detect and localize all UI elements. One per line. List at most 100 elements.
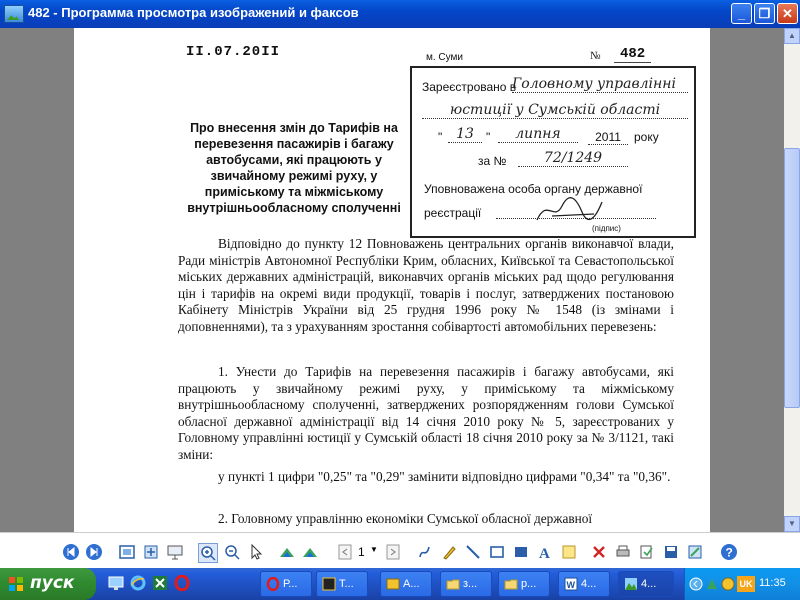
line-tool-icon[interactable]	[464, 543, 482, 561]
paragraph-item-1-change: у пункті 1 цифри "0,25" та "0,29" заміни…	[218, 469, 671, 484]
print-icon[interactable]	[614, 543, 632, 561]
internet-explorer-icon[interactable]	[130, 575, 146, 591]
language-indicator[interactable]: UK	[737, 576, 755, 592]
document-number-label: №	[590, 50, 601, 62]
previous-image-icon[interactable]	[62, 543, 80, 561]
task-label: 4...	[641, 578, 657, 590]
next-image-icon[interactable]	[85, 543, 103, 561]
save-icon[interactable]	[662, 543, 680, 561]
highlighter-icon[interactable]	[440, 543, 458, 561]
stamp-month: липня	[498, 126, 578, 143]
page-number[interactable]: 1	[358, 545, 365, 559]
opera-icon[interactable]	[174, 575, 190, 591]
excel-icon[interactable]	[152, 575, 168, 591]
filled-rectangle-icon[interactable]	[512, 543, 530, 561]
task-label: 4...	[581, 578, 597, 590]
show-desktop-icon[interactable]	[108, 575, 124, 591]
stamp-handwritten-office: Головному управлінні	[512, 76, 688, 93]
image-viewport[interactable]: II.07.20II м. Суми № 482 Зареєстровано в…	[0, 28, 784, 532]
svg-text:?: ?	[726, 546, 733, 560]
task-terminal[interactable]: Т...	[316, 571, 368, 597]
windows-logo-icon	[9, 577, 23, 591]
page-dropdown-icon[interactable]: ▼	[370, 545, 378, 554]
word-icon: W	[564, 577, 578, 591]
stamp-year-suffix: року	[634, 130, 659, 144]
stamp-day-quote-close: "	[486, 130, 491, 144]
paragraph-item-2: 2. Головному управлінню економіки Сумськ…	[218, 511, 593, 526]
stamp-day-quote-open: "	[438, 130, 443, 144]
task-label: Р...	[283, 578, 298, 590]
messenger-icon	[386, 578, 400, 590]
stamp-day: 13	[448, 126, 482, 143]
stamp-handwritten-region: юстиції у Сумській області	[422, 102, 688, 119]
zoom-out-icon[interactable]	[223, 543, 241, 561]
copy-to-icon[interactable]	[638, 543, 656, 561]
stamp-authorized-line2: реєстрації	[424, 206, 482, 220]
first-page-icon[interactable]	[336, 543, 354, 561]
frame-tool-icon[interactable]	[488, 543, 506, 561]
title-bar: 482 - Программа просмотра изображений и …	[0, 0, 800, 28]
vertical-scrollbar[interactable]: ▲ ▼	[784, 28, 800, 532]
antivirus-icon[interactable]	[721, 577, 735, 591]
svg-text:W: W	[567, 580, 576, 590]
handwritten-signature	[536, 197, 603, 221]
document-subject: Про внесення змін до Тарифів на перевезе…	[187, 121, 401, 215]
svg-text:A: A	[539, 546, 550, 561]
scroll-up-arrow-icon[interactable]: ▲	[784, 28, 800, 44]
document-number: 482	[614, 46, 652, 63]
start-label: пуск	[30, 573, 75, 593]
note-tool-icon[interactable]	[560, 543, 578, 561]
actual-size-icon[interactable]	[142, 543, 160, 561]
task-word-document[interactable]: W 4...	[558, 571, 610, 597]
task-label: з...	[463, 578, 478, 590]
document-date: II.07.20II	[186, 44, 281, 60]
viewer-toolbar: 1 ▼ A ?	[0, 532, 800, 569]
system-tray: UK 11:35	[684, 568, 800, 600]
stamp-reg-number: 72/1249	[518, 150, 628, 167]
delete-icon[interactable]	[590, 543, 608, 561]
task-label: р...	[521, 578, 537, 590]
help-icon[interactable]: ?	[720, 543, 738, 561]
stamp-signature-caption: (підпис)	[592, 224, 621, 233]
zoom-in-icon[interactable]	[198, 543, 218, 563]
stamp-year: 2011	[588, 130, 628, 145]
tray-chevron-icon[interactable]	[689, 577, 703, 591]
start-button[interactable]: пуск	[0, 568, 96, 600]
paragraph-item-1: 1. Унести до Тарифів на перевезення паса…	[178, 364, 674, 462]
network-icon[interactable]	[705, 577, 719, 591]
task-label: Т...	[339, 578, 354, 590]
paragraph-preamble: Відповідно до пункту 12 Повноважень цент…	[178, 236, 674, 334]
freehand-pen-icon[interactable]	[416, 543, 434, 561]
stamp-registered-prefix: Зареєстровано в	[422, 80, 517, 94]
task-opera[interactable]: Р...	[260, 571, 312, 597]
scroll-down-arrow-icon[interactable]: ▼	[784, 516, 800, 532]
registration-stamp: Зареєстровано в Головному управлінні юст…	[410, 66, 696, 238]
restore-button[interactable]: ❐	[754, 3, 775, 24]
stamp-reg-prefix: за №	[478, 154, 507, 168]
scroll-thumb[interactable]	[784, 148, 800, 408]
best-fit-icon[interactable]	[118, 543, 136, 561]
slideshow-icon[interactable]	[166, 543, 184, 561]
text-tool-icon[interactable]: A	[536, 543, 554, 561]
clock: 11:35	[759, 577, 786, 589]
rotate-clockwise-icon[interactable]	[278, 543, 296, 561]
task-label: А...	[403, 578, 420, 590]
minimize-button[interactable]: _	[731, 3, 752, 24]
window-title: 482 - Программа просмотра изображений и …	[28, 5, 359, 20]
opera-icon	[266, 577, 280, 591]
folder-icon	[446, 579, 460, 590]
edit-image-icon[interactable]	[686, 543, 704, 561]
pointer-icon[interactable]	[247, 543, 265, 561]
taskbar: пуск Р... Т... А... з... р... W 4... 4..…	[0, 568, 800, 600]
rotate-counterclockwise-icon[interactable]	[301, 543, 319, 561]
task-image-viewer[interactable]: 4...	[618, 571, 674, 597]
task-folder-1[interactable]: з...	[440, 571, 492, 597]
image-viewer-icon	[4, 5, 24, 23]
next-page-icon[interactable]	[384, 543, 402, 561]
document-city: м. Суми	[426, 52, 464, 63]
task-app[interactable]: А...	[380, 571, 432, 597]
task-folder-2[interactable]: р...	[498, 571, 550, 597]
close-button[interactable]: ✕	[777, 3, 798, 24]
program-icon	[322, 577, 336, 591]
scanned-document-page: II.07.20II м. Суми № 482 Зареєстровано в…	[74, 28, 710, 532]
